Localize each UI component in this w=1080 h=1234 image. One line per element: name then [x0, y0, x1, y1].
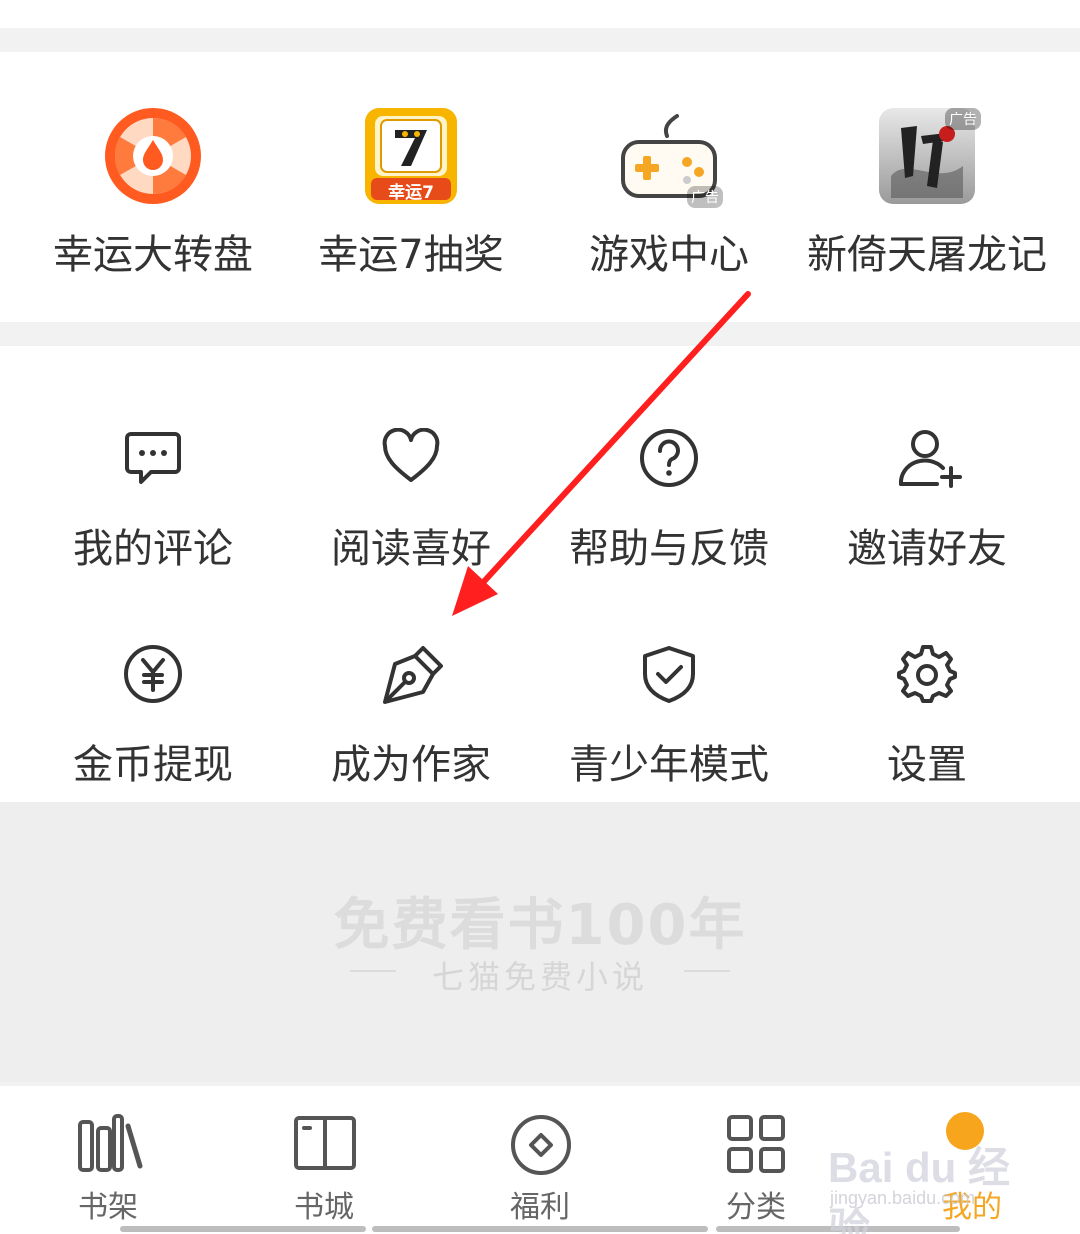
pen-nib-icon — [381, 644, 443, 704]
promo-label: 幸运7抽奖 — [318, 232, 504, 278]
tool-help-feedback[interactable]: 帮助与反馈 — [534, 376, 804, 576]
indicator-segment — [372, 1226, 708, 1232]
yen-coin-icon — [123, 644, 183, 704]
ad-badge: 广告 — [687, 186, 723, 208]
tool-label: 阅读喜好 — [331, 526, 491, 572]
promo-item-game-center[interactable]: 广告 游戏中心 — [534, 52, 804, 322]
nav-bookstore[interactable]: 书城 — [216, 1086, 432, 1234]
game-cover-icon: 广告 — [877, 106, 981, 206]
ad-badge: 广告 — [945, 108, 981, 130]
nav-welfare[interactable]: 福利 — [432, 1086, 648, 1234]
book-open-icon — [294, 1114, 356, 1174]
nav-bookshelf[interactable]: 书架 — [0, 1086, 216, 1234]
tool-reading-prefs[interactable]: 阅读喜好 — [276, 376, 546, 576]
tools-section: 我的评论 阅读喜好 帮助与反馈 邀请好友 金币提现 成为作家 青少年模式 设置 — [0, 346, 1080, 802]
bookshelf-icon — [78, 1114, 143, 1174]
gear-icon — [897, 644, 957, 704]
promo-item-game-ad[interactable]: 广告 新倚天屠龙记 — [792, 52, 1062, 322]
tool-become-writer[interactable]: 成为作家 — [276, 592, 546, 792]
tool-my-comments[interactable]: 我的评论 — [18, 376, 288, 576]
divider — [684, 970, 730, 972]
tool-label: 邀请好友 — [847, 526, 1007, 572]
nav-label: 书城 — [294, 1190, 354, 1225]
diamond-circle-icon — [510, 1114, 571, 1175]
watermark-url: jingyan.baidu.com — [830, 1188, 976, 1208]
add-user-icon — [897, 428, 962, 488]
tool-label: 成为作家 — [331, 742, 491, 788]
grid-icon — [726, 1114, 786, 1174]
tool-label: 金币提现 — [73, 742, 233, 788]
top-card-edge — [0, 0, 1080, 28]
promo-section: 幸运大转盘 幸运7 幸运7抽奖 广告 游戏中心 广告 新倚天屠龙记 — [0, 52, 1080, 322]
lucky-seven-icon: 幸运7 — [361, 106, 461, 206]
lucky-seven-icon-text: 幸运7 — [388, 183, 434, 203]
tool-label: 设置 — [887, 742, 967, 788]
promo-item-lucky-seven[interactable]: 幸运7 幸运7抽奖 — [276, 52, 546, 322]
slogan-subtitle-row: 七猫免费小说 — [0, 952, 1080, 996]
tool-coin-withdraw[interactable]: 金币提现 — [18, 592, 288, 792]
comment-icon — [123, 428, 183, 488]
tool-label: 青少年模式 — [569, 742, 769, 788]
slogan-area: 免费看书100年 七猫免费小说 — [0, 802, 1080, 1082]
slogan-title: 免费看书100年 — [333, 893, 747, 958]
promo-item-lucky-wheel[interactable]: 幸运大转盘 — [18, 52, 288, 322]
promo-label: 新倚天屠龙记 — [807, 232, 1047, 278]
spin-wheel-icon — [103, 106, 203, 206]
indicator-segment — [120, 1226, 366, 1232]
help-icon — [639, 428, 699, 488]
watermark-text: Bai du 经验 — [828, 1144, 1011, 1234]
nav-label: 福利 — [510, 1190, 570, 1225]
baidu-watermark: Bai du 经验 jingyan.baidu.com — [828, 1128, 1028, 1234]
shield-check-icon — [639, 644, 699, 704]
promo-label: 幸运大转盘 — [53, 232, 253, 278]
tool-label: 帮助与反馈 — [569, 526, 769, 572]
tool-settings[interactable]: 设置 — [792, 592, 1062, 792]
tool-teen-mode[interactable]: 青少年模式 — [534, 592, 804, 792]
tool-label: 我的评论 — [73, 526, 233, 572]
slogan-subtitle: 七猫免费小说 — [431, 958, 648, 996]
tool-invite-friends[interactable]: 邀请好友 — [792, 376, 1062, 576]
gamepad-icon: 广告 — [619, 106, 723, 208]
nav-label: 书架 — [78, 1190, 138, 1225]
heart-icon — [381, 427, 441, 488]
promo-label: 游戏中心 — [589, 232, 749, 278]
